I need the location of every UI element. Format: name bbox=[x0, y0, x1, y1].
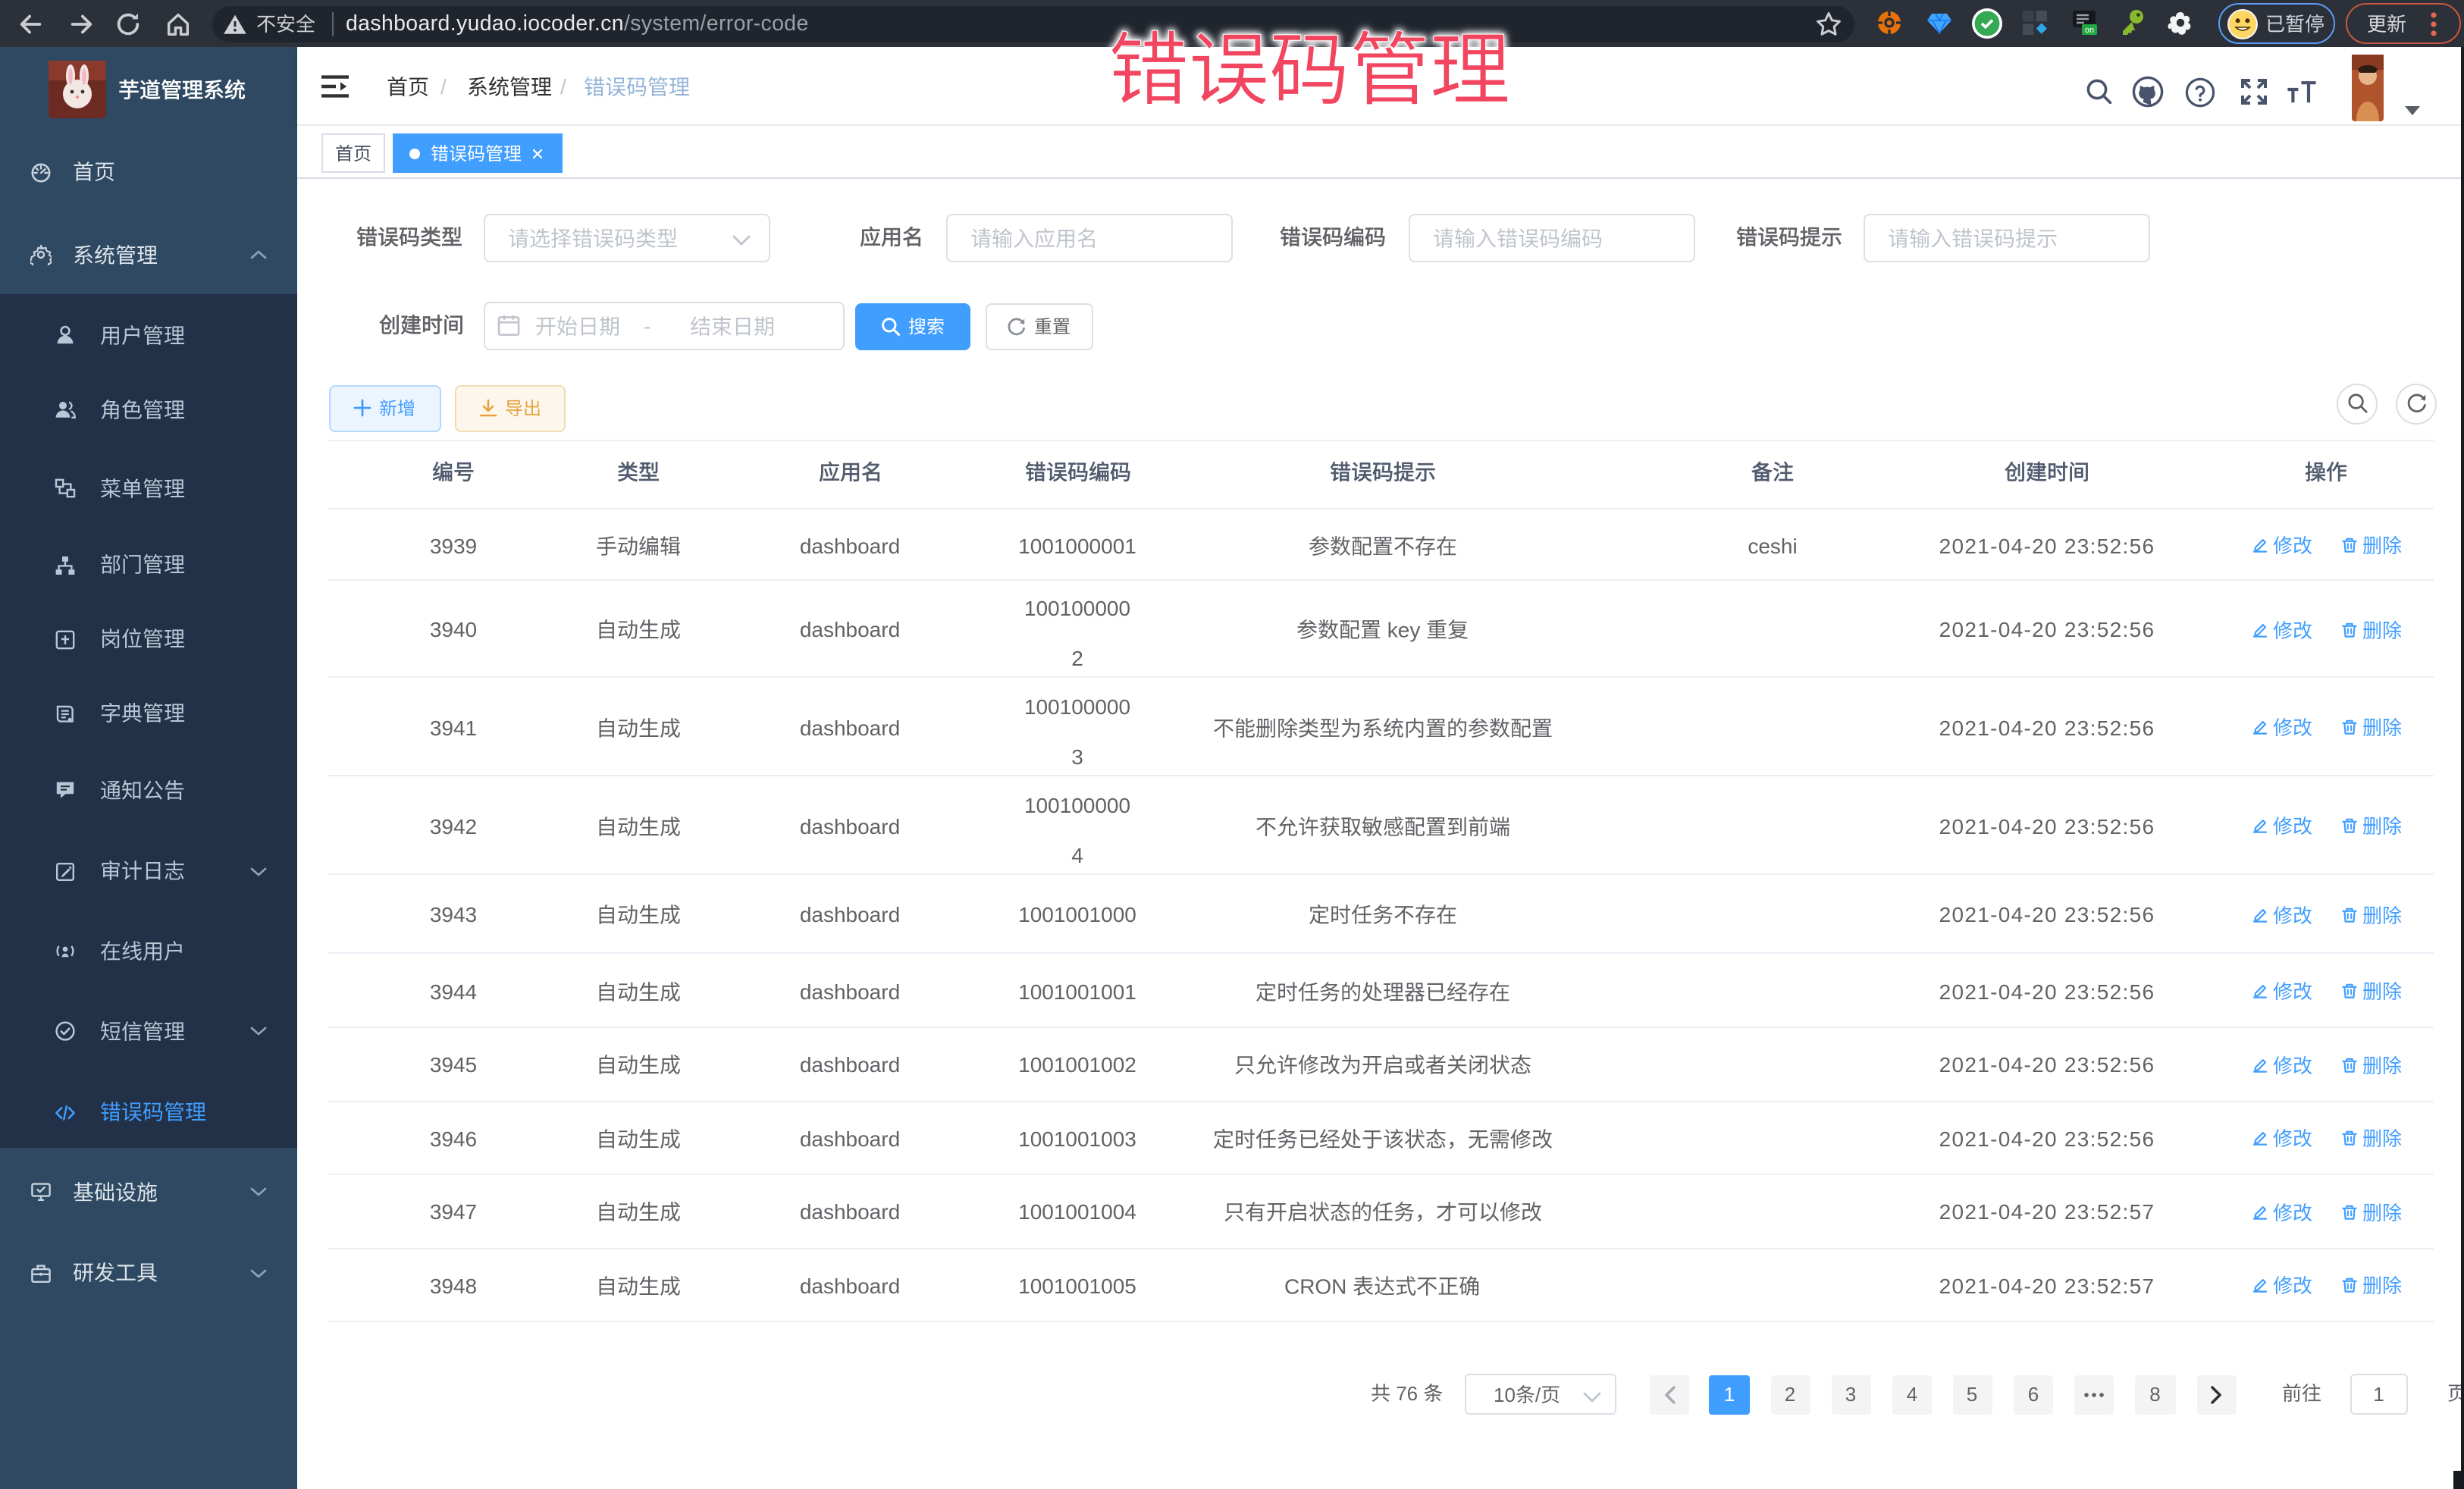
svg-text:10: 10 bbox=[1493, 1384, 1515, 1406]
svg-text:key: key bbox=[1381, 619, 1426, 642]
svg-text:on: on bbox=[2085, 26, 2094, 35]
svg-text:/: / bbox=[1535, 1384, 1541, 1406]
svg-text:CRON: CRON bbox=[1285, 1274, 1353, 1298]
svg-text:76: 76 bbox=[1390, 1382, 1422, 1405]
